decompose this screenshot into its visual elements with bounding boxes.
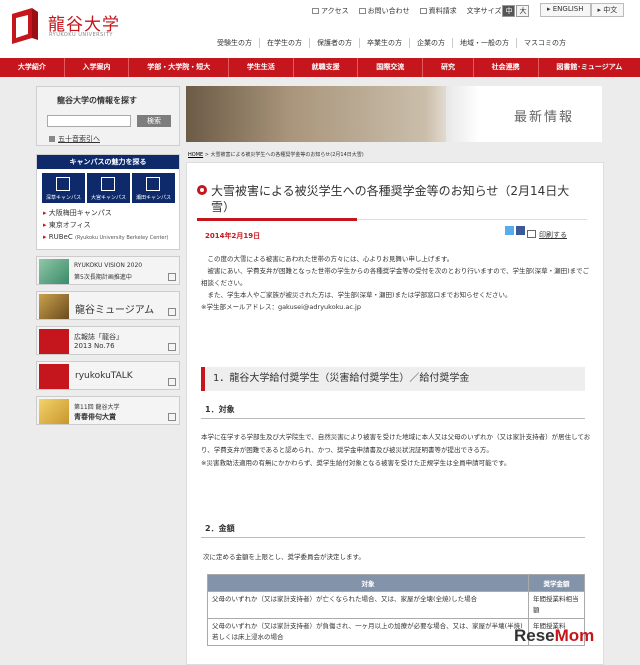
- utility-links: アクセス お問い合わせ 資料請求 文字サイズ中大: [312, 5, 530, 17]
- search-title: 龍谷大学の情報を探す: [57, 96, 137, 105]
- font-size-medium-button[interactable]: 中: [502, 5, 516, 17]
- article-date: 2014年2月19日: [205, 232, 261, 240]
- nav-item[interactable]: 図書館･ミュージアム: [539, 58, 640, 77]
- eligibility-text: 本学に在学する学部生及び大学院生で、自然災害により被害を受けた地域に本人又は父母…: [201, 433, 591, 467]
- campus-fukakusa-button[interactable]: 深草キャンパス: [42, 173, 85, 203]
- building-icon: [56, 177, 70, 191]
- breadcrumb-home-link[interactable]: HOME: [188, 152, 203, 158]
- lang-english-link[interactable]: ▸ ENGLISH: [540, 3, 591, 17]
- twitter-icon[interactable]: [505, 226, 514, 235]
- thumbnail-image: [39, 259, 69, 284]
- subsection-heading: 2．金額: [205, 524, 235, 533]
- audience-link[interactable]: 企業の方: [410, 38, 453, 48]
- campus-omiya-button[interactable]: 大宮キャンパス: [87, 173, 130, 203]
- building-icon: [146, 177, 160, 191]
- arrow-icon: [168, 413, 176, 421]
- article-title: 大雪被害による被災学生への各種奨学金等のお知らせ（2月14日大雪）: [211, 184, 570, 214]
- nav-item[interactable]: 就職支援: [294, 58, 359, 77]
- arrow-icon: [168, 308, 176, 316]
- section-title: 最新情報: [514, 110, 575, 125]
- thumbnail-image: [39, 364, 69, 389]
- arrow-icon: [168, 273, 176, 281]
- thumbnail-image: [39, 399, 69, 424]
- building-icon: [101, 177, 115, 191]
- audience-link[interactable]: 受験生の方: [210, 38, 260, 48]
- logo-subtitle: RYUKOKU UNIVERSITY: [49, 32, 113, 38]
- campus-seta-button[interactable]: 瀬田キャンパス: [132, 173, 175, 203]
- thumbnail-image: [39, 294, 69, 319]
- bullet-icon: [197, 185, 207, 195]
- campus-link[interactable]: 大阪梅田キャンパス: [43, 207, 168, 219]
- global-nav: 大学紹介 入学案内 学部・大学院・短大 学生生活 就職支援 国際交流 研究 社会…: [0, 58, 640, 77]
- language-switch: ▸ ENGLISH ▸ 中文: [540, 3, 625, 17]
- audience-link[interactable]: 在学生の方: [260, 38, 310, 48]
- banner-talk[interactable]: ryukokuTALK: [36, 361, 180, 390]
- audience-link[interactable]: 保護者の方: [310, 38, 360, 48]
- campus-title: キャンパスの魅力を探る: [37, 155, 179, 169]
- banner-magazine[interactable]: 広報誌「龍谷」 2013 No.76: [36, 326, 180, 355]
- table-row: 父母のいずれか（又は家計支持者）が亡くなられた場合、又は、家屋が全壊(全焼)した…: [207, 591, 585, 619]
- campus-link[interactable]: 東京オフィス: [43, 219, 168, 231]
- arrow-icon: [168, 343, 176, 351]
- arrow-icon: [168, 378, 176, 386]
- audience-link[interactable]: マスコミの方: [517, 38, 573, 48]
- site-search-box: 龍谷大学の情報を探す 検索 五十音索引へ: [36, 86, 180, 146]
- lang-chinese-link[interactable]: ▸ 中文: [590, 3, 625, 17]
- campus-link[interactable]: RUBeC (Ryukoku University Berkeley Cente…: [43, 231, 169, 244]
- document-icon: [419, 8, 427, 14]
- nav-item[interactable]: 研究: [423, 58, 474, 77]
- nav-item[interactable]: 社会連携: [474, 58, 539, 77]
- nav-item[interactable]: 国際交流: [358, 58, 424, 77]
- nav-item[interactable]: 学部・大学院・短大: [129, 58, 230, 77]
- access-link[interactable]: アクセス: [312, 6, 349, 16]
- article-panel: 大雪被害による被災学生への各種奨学金等のお知らせ（2月14日大雪） 2014年2…: [186, 162, 604, 665]
- subsection-heading: 1．対象: [205, 405, 235, 414]
- mail-icon: [358, 8, 366, 14]
- amount-text: 次に定める金額を上限とし、奨学委員会が決定します。: [203, 553, 365, 561]
- search-input[interactable]: [47, 115, 131, 127]
- campus-list: 大阪梅田キャンパス 東京オフィス RUBeC (Ryukoku Universi…: [43, 207, 169, 244]
- font-size-large-button[interactable]: 大: [516, 5, 530, 17]
- print-link[interactable]: 印刷する: [539, 230, 567, 240]
- audience-nav: 受験生の方 在学生の方 保護者の方 卒業生の方 企業の方 地域・一般の方 マスコ…: [210, 38, 573, 48]
- section-heading: 1．龍谷大学給付奨学生（災害給付奨学生）／給付奨学金: [201, 367, 585, 391]
- search-button[interactable]: 検索: [137, 115, 171, 127]
- audience-link[interactable]: 卒業生の方: [360, 38, 410, 48]
- table-header: 対象 奨学金額: [207, 574, 585, 592]
- banner-haiku[interactable]: 第11回 龍谷大学 青春俳句大賞: [36, 396, 180, 425]
- index-link[interactable]: 五十音索引へ: [49, 134, 100, 144]
- article-intro: この度の大雪による被害にあわれた世帯の方々には、心よりお見舞い申し上げます。 被…: [201, 255, 590, 311]
- nav-item[interactable]: 入学案内: [65, 58, 130, 77]
- sidebar: 龍谷大学の情報を探す 検索 五十音索引へ キャンパスの魅力を探る 深草キャンパス…: [36, 86, 180, 425]
- resemom-watermark: ReseMom: [514, 626, 595, 645]
- font-size-control: 文字サイズ中大: [467, 5, 530, 17]
- banner-vision[interactable]: RYUKOKU VISION 2020 第5次長期計画推進中: [36, 256, 180, 285]
- nav-item[interactable]: 学生生活: [229, 58, 294, 77]
- banner-museum[interactable]: 龍谷ミュージアム: [36, 291, 180, 320]
- contact-link[interactable]: お問い合わせ: [358, 6, 410, 16]
- university-logo-icon[interactable]: [10, 8, 40, 46]
- nav-item[interactable]: 大学紹介: [0, 58, 65, 77]
- audience-link[interactable]: 地域・一般の方: [453, 38, 517, 48]
- thumbnail-image: [39, 329, 69, 354]
- printer-icon[interactable]: [527, 230, 536, 238]
- social-buttons: [505, 226, 525, 235]
- hero-image: [186, 86, 446, 142]
- campus-icons: 深草キャンパス 大宮キャンパス 瀬田キャンパス: [42, 173, 175, 203]
- site-header: 龍谷大学 RYUKOKU UNIVERSITY アクセス お問い合わせ 資料請求…: [0, 0, 640, 58]
- breadcrumb: HOME > 大雪被害による被災学生への各種奨学金等のお知らせ(2月14日大雪): [188, 152, 364, 158]
- campus-box: キャンパスの魅力を探る 深草キャンパス 大宮キャンパス 瀬田キャンパス 大阪梅田…: [36, 154, 180, 250]
- map-icon: [312, 8, 319, 14]
- facebook-icon[interactable]: [516, 226, 525, 235]
- request-docs-link[interactable]: 資料請求: [419, 6, 457, 16]
